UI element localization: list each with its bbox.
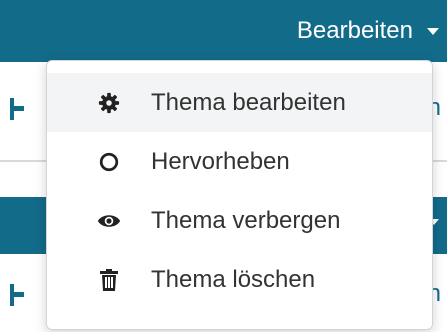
- eye-icon: [97, 209, 121, 233]
- menu-item-delete-topic[interactable]: Thema löschen: [47, 250, 432, 309]
- edit-dropdown-button[interactable]: Bearbeiten: [297, 14, 439, 48]
- topic-header-bar: Bearbeiten: [0, 0, 447, 62]
- edit-dropdown-menu: Thema bearbeiten Hervorheben Thema verbe…: [46, 60, 433, 330]
- circle-outline-icon: [97, 150, 121, 174]
- gear-icon: [97, 91, 121, 115]
- menu-item-label: Thema löschen: [151, 265, 316, 293]
- edit-button-label: Bearbeiten: [296, 17, 413, 44]
- trash-icon: [97, 268, 121, 292]
- row-marker-icon: [10, 284, 24, 306]
- menu-item-edit-topic[interactable]: Thema bearbeiten: [47, 73, 432, 132]
- caret-down-icon: [427, 27, 439, 35]
- menu-item-label: Hervorheben: [151, 147, 290, 175]
- row-marker-icon: [10, 98, 24, 120]
- menu-item-hide-topic[interactable]: Thema verbergen: [47, 191, 432, 250]
- menu-item-label: Thema verbergen: [151, 206, 341, 234]
- menu-item-label: Thema bearbeiten: [151, 88, 346, 116]
- menu-item-highlight[interactable]: Hervorheben: [47, 132, 432, 191]
